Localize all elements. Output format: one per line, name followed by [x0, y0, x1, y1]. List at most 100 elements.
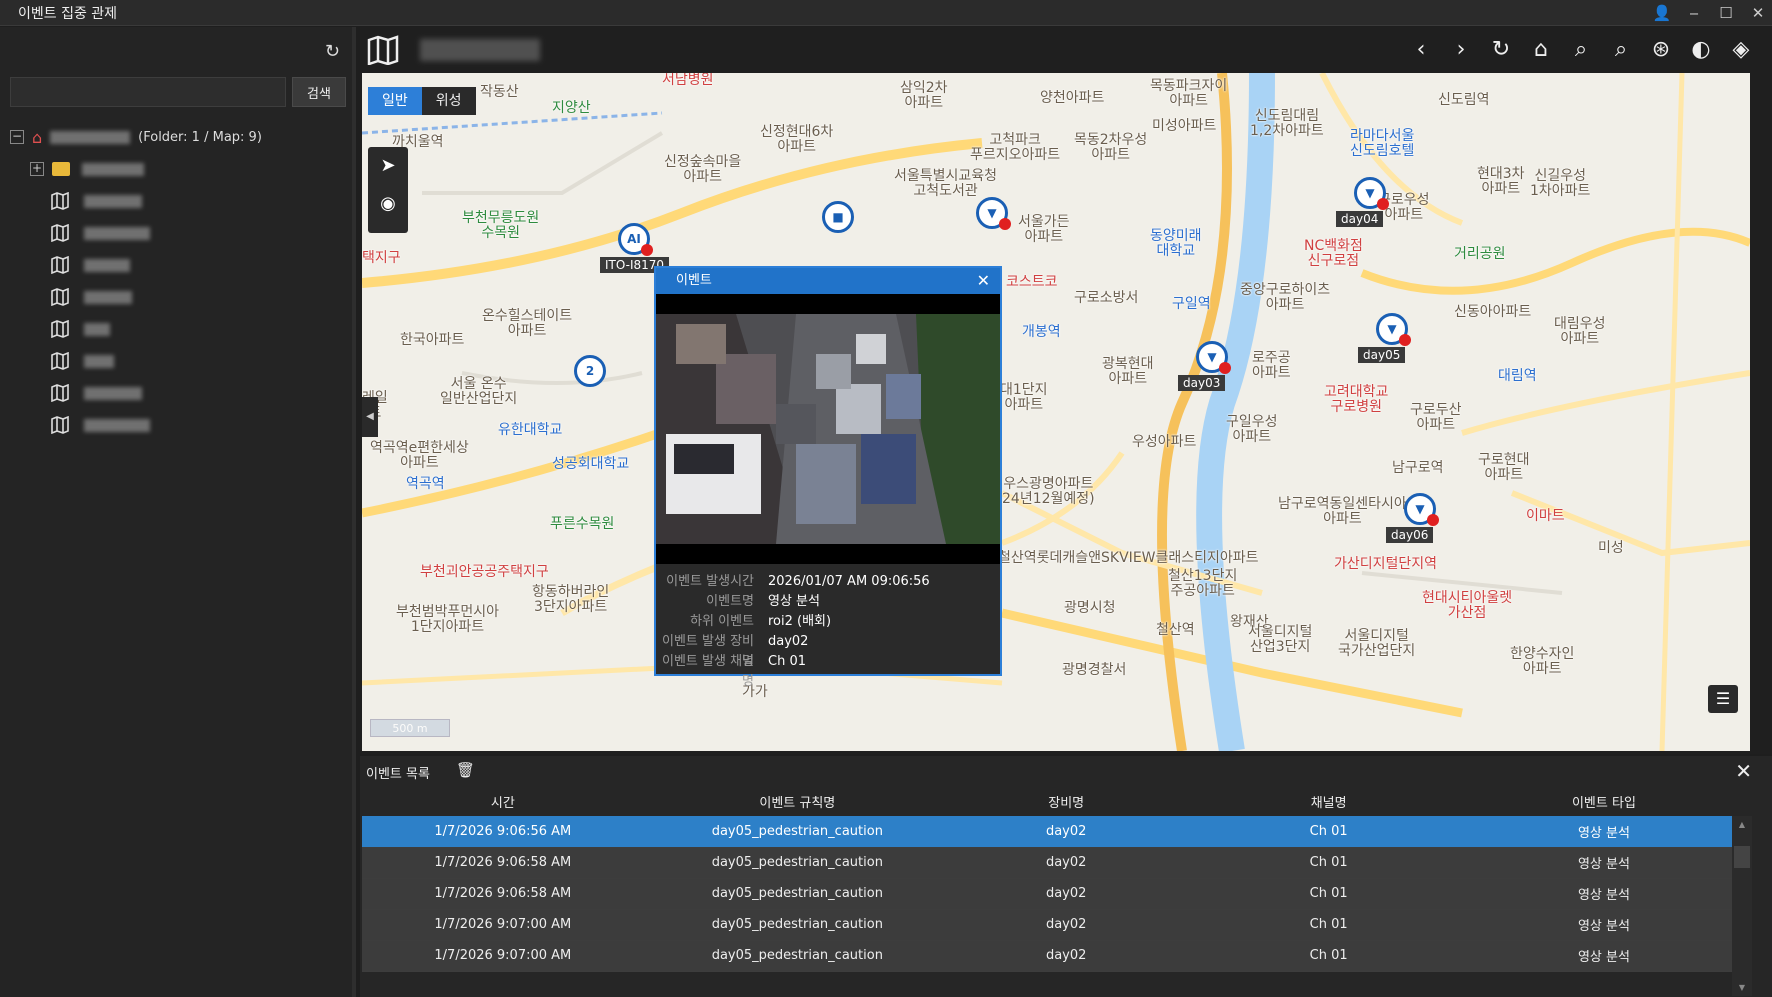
reload-icon[interactable]: ↻	[1486, 35, 1516, 65]
tree-map-item[interactable]	[10, 409, 346, 441]
target-icon[interactable]: ◉	[368, 185, 408, 223]
map-place-label: 고려대학교 구로병원	[1324, 384, 1389, 415]
column-header[interactable]: 이벤트 규칙명	[643, 786, 951, 816]
event-video[interactable]	[656, 294, 1000, 564]
table-cell: day02	[950, 940, 1182, 972]
map-place-label: 서울가든 아파트	[1018, 214, 1070, 245]
camera-marker[interactable]: ▼	[1404, 493, 1439, 526]
tab-normal[interactable]: 일반	[368, 87, 422, 115]
map-type-tabs: 일반 위성	[368, 87, 476, 115]
map-canvas[interactable]: 서남병원 작동산 지양산 삼익2차 아파트 양천아파트 목동파크자이 아파트 신도림대림 1,2차…	[362, 73, 1750, 751]
tree-root[interactable]: − ⌂ (Folder: 1 / Map: 9)	[10, 121, 346, 153]
map-icon	[51, 320, 69, 338]
table-row[interactable]: 1/7/2026 9:06:56 AM day05_pedestrian_caut…	[362, 816, 1732, 848]
map-place-label: 부천범박푸먼시아 1단지아파트	[396, 604, 500, 635]
camera-icon: ▼	[1365, 186, 1375, 200]
tree-map-item[interactable]	[10, 377, 346, 409]
popup-title: 이벤트	[676, 273, 712, 288]
search-button[interactable]: 검색	[292, 77, 346, 107]
table-row[interactable]: 1/7/2026 9:06:58 AM day05_pedestrian_caut…	[362, 878, 1732, 910]
column-header[interactable]: 이벤트 타입	[1475, 786, 1732, 816]
camera-icon: ▼	[1415, 502, 1425, 516]
column-header[interactable]: 채널명	[1181, 786, 1476, 816]
camera-marker[interactable]: 2	[574, 355, 606, 387]
map-place-label: 한양수자인 아파트	[1510, 646, 1575, 677]
close-icon[interactable]: ✕	[1735, 759, 1752, 783]
search-input[interactable]	[10, 77, 286, 107]
close-icon[interactable]: ✕	[977, 268, 990, 294]
camera-marker[interactable]: ▼	[1354, 177, 1389, 210]
forward-icon[interactable]: ›	[1446, 35, 1476, 65]
map-icon	[51, 224, 69, 242]
home-icon[interactable]: ⌂	[1526, 35, 1556, 65]
layers-icon[interactable]: ◈	[1726, 35, 1756, 65]
tree-map-item[interactable]	[10, 217, 346, 249]
map-place-label: 삼익2차 아파트	[900, 80, 948, 111]
camera-tag: day04	[1336, 211, 1384, 227]
home-icon: ⌂	[32, 127, 43, 147]
event-details: 이벤트 발생시간 2026/01/07 AM 09:06:56 이벤트명 영상 분석 하…	[656, 564, 1000, 689]
table-cell: day05_pedestrian_caution	[643, 847, 951, 879]
table-cell: day02	[950, 847, 1182, 879]
collapse-panel-handle[interactable]: ◀	[362, 397, 378, 437]
vertical-scrollbar[interactable]: ▲ ▼	[1732, 816, 1752, 996]
scroll-down-icon[interactable]: ▼	[1732, 983, 1752, 992]
map-place-label: 미성	[1598, 540, 1624, 556]
map-book-icon[interactable]	[366, 35, 400, 65]
maximize-icon[interactable]: ☐	[1716, 4, 1736, 22]
detail-row: 이벤트 발생시간 2026/01/07 AM 09:06:56	[656, 572, 1000, 592]
trash-icon[interactable]: 🗑	[456, 761, 475, 779]
map-tools: ‹ › ↻ ⌂ ⌕ ⌕ ⊛ ◐ ◈	[1406, 35, 1756, 65]
title-bar: 이벤트 집중 관제 👤 ‒ ☐ ✕	[0, 0, 1772, 26]
tree-map-item[interactable]	[10, 313, 346, 345]
map-place-label: 대림우성 아파트	[1554, 316, 1606, 347]
camera-marker[interactable]: ▼	[976, 197, 1011, 230]
camera-tag: day06	[1386, 527, 1434, 543]
column-header[interactable]: 장비명	[950, 786, 1182, 816]
map-view: ‹ › ↻ ⌂ ⌕ ⌕ ⊛ ◐ ◈ 서남병원 작동산 지양산 삼익2차 아파트 …	[360, 27, 1772, 754]
camera-search-icon[interactable]: ⌕	[1606, 35, 1636, 65]
column-header[interactable]: 시간	[362, 786, 644, 816]
detail-row: 이벤트 발생 장비명 day02	[656, 632, 1000, 669]
camera-marker[interactable]: ▼	[1196, 341, 1231, 374]
table-row[interactable]: 1/7/2026 9:06:58 AM day05_pedestrian_caut…	[362, 847, 1732, 879]
detail-value: day02	[768, 634, 809, 649]
table-cell: 영상 분석	[1475, 878, 1732, 910]
map-place-label: 고척파크 푸르지오아파트	[970, 132, 1061, 163]
tree-map-item[interactable]	[10, 185, 346, 217]
map-place-label: 구로두산 아파트	[1410, 402, 1462, 433]
tree-map-item[interactable]	[10, 345, 346, 377]
sensor-icon[interactable]: ◐	[1686, 35, 1716, 65]
camera-icon: AI	[627, 232, 641, 246]
scroll-up-icon[interactable]: ▲	[1732, 820, 1752, 829]
tab-satellite[interactable]: 위성	[421, 87, 476, 115]
tree-map-item[interactable]	[10, 281, 346, 313]
user-icon[interactable]: 👤	[1652, 4, 1672, 22]
table-row[interactable]: 1/7/2026 9:07:00 AM day05_pedestrian_caut…	[362, 940, 1732, 972]
list-icon[interactable]: ☰	[1708, 685, 1738, 713]
camera-marker[interactable]: ■	[822, 201, 854, 233]
camera-marker[interactable]: ▼	[1376, 313, 1411, 346]
scroll-thumb[interactable]	[1734, 846, 1750, 868]
pointer-icon[interactable]: ➤	[368, 147, 408, 185]
table-cell: day05_pedestrian_caution	[643, 878, 951, 910]
refresh-icon[interactable]: ↻	[325, 41, 340, 62]
map-place-label: 서울디지털 산업3단지	[1248, 624, 1313, 655]
camera-marker[interactable]: AI	[618, 223, 653, 256]
minimize-icon[interactable]: ‒	[1684, 4, 1704, 22]
zoom-search-icon[interactable]: ⌕	[1566, 35, 1596, 65]
redacted-name	[84, 322, 110, 336]
map-place-label: 대림역	[1498, 368, 1537, 384]
close-icon[interactable]: ✕	[1748, 4, 1768, 22]
tree-folder[interactable]: +	[10, 153, 346, 185]
expand-icon[interactable]: +	[30, 162, 44, 176]
table-row[interactable]: 1/7/2026 9:07:00 AM day05_pedestrian_caut…	[362, 909, 1732, 941]
camera-icon: ■	[832, 210, 844, 224]
back-icon[interactable]: ‹	[1406, 35, 1436, 65]
map-place-label: 라마다서울 신도림호텔	[1350, 128, 1415, 159]
folder-icon	[52, 162, 70, 176]
tree-map-item[interactable]	[10, 249, 346, 281]
collapse-icon[interactable]: −	[10, 130, 24, 144]
map-place-label: 서남병원	[662, 73, 714, 88]
alarm-icon[interactable]: ⊛	[1646, 35, 1676, 65]
